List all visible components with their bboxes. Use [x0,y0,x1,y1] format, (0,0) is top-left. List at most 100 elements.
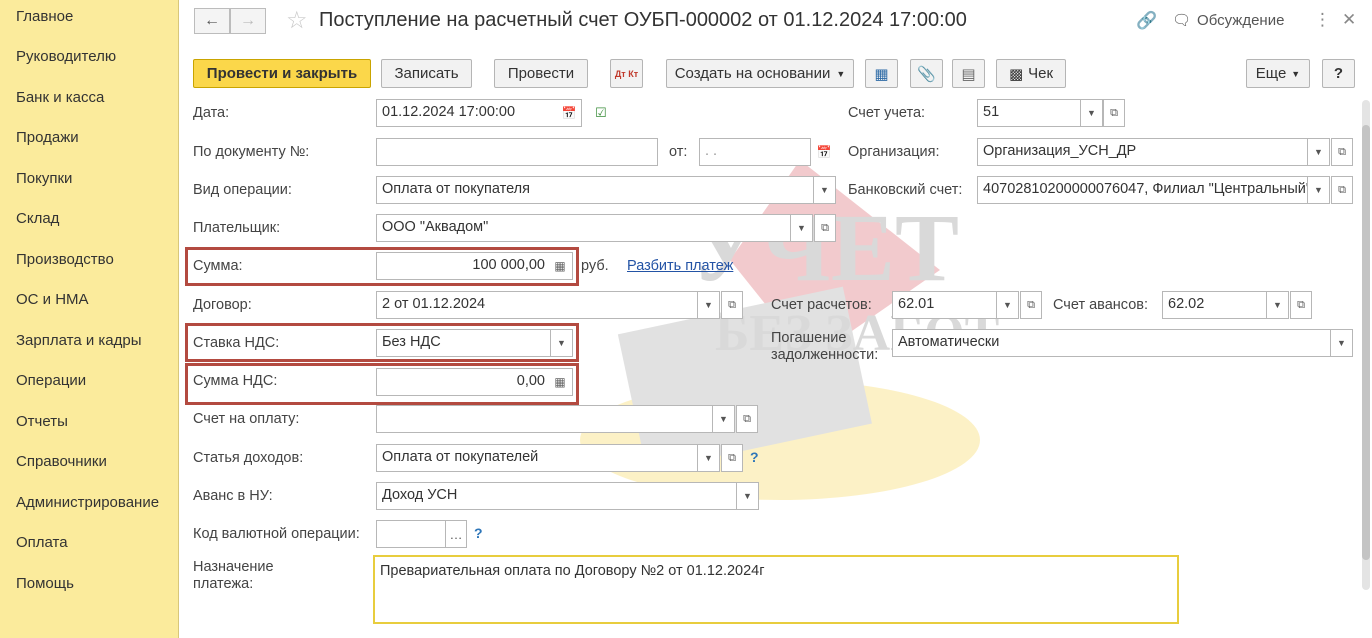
sidebar-item-sales[interactable]: Продажи [16,129,79,146]
ellipsis-button[interactable]: … [445,520,467,548]
repayment-label-line1: Погашение [771,330,847,346]
receipt-label: Чек [1028,65,1054,82]
attach-button[interactable]: 📎 [910,59,943,88]
account-field[interactable]: 51 [977,99,1081,127]
sidebar-item-operations[interactable]: Операции [16,372,86,389]
post-button[interactable]: Провести [494,59,588,88]
save-button[interactable]: Записать [381,59,472,88]
receipt-button[interactable]: ▩ Чек [996,59,1066,88]
open-icon[interactable]: ⧉ [736,405,758,433]
open-icon[interactable]: ⧉ [721,444,743,472]
chevron-down-icon[interactable]: ▼ [712,405,735,433]
sidebar: Главное Руководителю Банк и касса Продаж… [0,0,179,638]
open-icon[interactable]: ⧉ [1290,291,1312,319]
purpose-textarea[interactable]: Превариательная оплата по Договору №2 от… [373,555,1179,624]
bank-account-field[interactable]: 40702810200000076047, Филиал "Центральны… [977,176,1308,204]
chevron-down-icon[interactable]: ▼ [697,444,720,472]
repayment-select[interactable]: Автоматически [892,329,1331,357]
open-icon[interactable]: ⧉ [1331,138,1353,166]
sidebar-item-directories[interactable]: Справочники [16,453,107,470]
currency-help-icon[interactable]: ? [474,525,483,541]
chevron-down-icon[interactable]: ▼ [1266,291,1289,319]
chevron-down-icon[interactable]: ▼ [1307,138,1330,166]
chevron-down-icon[interactable]: ▼ [790,214,813,242]
docnum-field[interactable] [376,138,658,166]
sidebar-item-payment[interactable]: Оплата [16,534,68,551]
income-help-icon[interactable]: ? [750,449,759,465]
hierarchy-icon: ▦ [874,65,889,83]
sidebar-item-bank[interactable]: Банк и касса [16,89,104,106]
sum-label: Сумма: [193,258,243,274]
sidebar-item-manager[interactable]: Руководителю [16,48,116,65]
discussion-button[interactable]: 🗨 Обсуждение [1172,11,1284,30]
contract-label: Договор: [193,297,252,313]
scrollbar-thumb[interactable] [1362,125,1370,560]
sidebar-item-payroll[interactable]: Зарплата и кадры [16,332,142,349]
close-icon[interactable]: ✕ [1342,10,1356,30]
date-field[interactable]: 01.12.2024 17:00:00 [376,99,582,127]
chevron-down-icon[interactable]: ▼ [697,291,720,319]
chevron-down-icon[interactable]: ▼ [736,482,759,510]
date-label: Дата: [193,105,230,121]
print-button[interactable]: ▤ [952,59,985,88]
open-icon[interactable]: ⧉ [1331,176,1353,204]
currency-op-field[interactable] [376,520,446,548]
optype-select[interactable]: Оплата от покупателя [376,176,814,204]
chevron-down-icon[interactable]: ▼ [1307,176,1330,204]
sidebar-item-warehouse[interactable]: Склад [16,210,59,227]
structure-button[interactable]: ▦ [865,59,898,88]
currency-op-label: Код валютной операции: [193,526,360,542]
invoice-field[interactable] [376,405,713,433]
open-icon[interactable]: ⧉ [814,214,836,242]
sidebar-item-purchases[interactable]: Покупки [16,170,72,187]
from-date-field[interactable]: . . [699,138,811,166]
contract-field[interactable]: 2 от 01.12.2024 [376,291,698,319]
chevron-down-icon[interactable]: ▼ [996,291,1019,319]
sidebar-item-main[interactable]: Главное [16,8,73,25]
open-icon[interactable]: ⧉ [1103,99,1125,127]
calculator-icon[interactable]: ▦ [549,369,571,395]
payer-field[interactable]: ООО "Аквадом" [376,214,791,242]
comment-icon: 🗨 [1172,12,1192,29]
sum-field[interactable]: 100 000,00 [376,252,573,280]
sidebar-item-admin[interactable]: Администрирование [16,494,159,511]
settlement-account-field[interactable]: 62.01 [892,291,997,319]
sidebar-item-reports[interactable]: Отчеты [16,413,68,430]
vat-sum-field[interactable]: 0,00 [376,368,573,396]
link-icon[interactable]: 🔗 [1136,11,1157,31]
document-check-icon[interactable]: ☑ [595,105,607,121]
forward-button[interactable]: → [230,8,266,34]
repayment-label-line2: задолженности: [771,347,879,363]
dt-kt-button[interactable]: Дт Кт [610,59,643,88]
more-vertical-icon[interactable]: ⋮ [1314,10,1331,30]
calendar-icon[interactable]: 📅 [558,100,580,126]
purpose-label-line1: Назначение [193,559,274,575]
sidebar-item-assets[interactable]: ОС и НМА [16,291,89,308]
split-payment-link[interactable]: Разбить платеж [627,258,733,274]
calendar-icon[interactable]: 📅 [813,139,835,165]
organization-field[interactable]: Организация_УСН_ДР [977,138,1308,166]
back-button[interactable]: ← [194,8,230,34]
chevron-down-icon[interactable]: ▼ [1330,329,1353,357]
create-based-on-button[interactable]: Создать на основании ▼ [666,59,854,88]
organization-label: Организация: [848,144,940,160]
document-icon: ▤ [961,65,976,83]
sidebar-item-production[interactable]: Производство [16,251,114,268]
chevron-down-icon[interactable]: ▼ [813,176,836,204]
open-icon[interactable]: ⧉ [1020,291,1042,319]
from-date-label: от: [669,144,688,160]
calculator-icon[interactable]: ▦ [549,253,571,279]
chevron-down-icon[interactable]: ▼ [1080,99,1103,127]
advance-account-label: Счет авансов: [1053,297,1149,313]
chevron-down-icon[interactable]: ▼ [550,329,573,357]
advance-select[interactable]: Доход УСН [376,482,737,510]
income-field[interactable]: Оплата от покупателей [376,444,698,472]
advance-account-field[interactable]: 62.02 [1162,291,1267,319]
post-and-close-button[interactable]: Провести и закрыть [193,59,371,88]
help-button[interactable]: ? [1322,59,1355,88]
sidebar-item-help[interactable]: Помощь [16,575,74,592]
open-icon[interactable]: ⧉ [721,291,743,319]
star-icon[interactable]: ☆ [286,6,308,35]
more-button[interactable]: Еще ▼ [1246,59,1310,88]
vat-rate-select[interactable]: Без НДС [376,329,551,357]
